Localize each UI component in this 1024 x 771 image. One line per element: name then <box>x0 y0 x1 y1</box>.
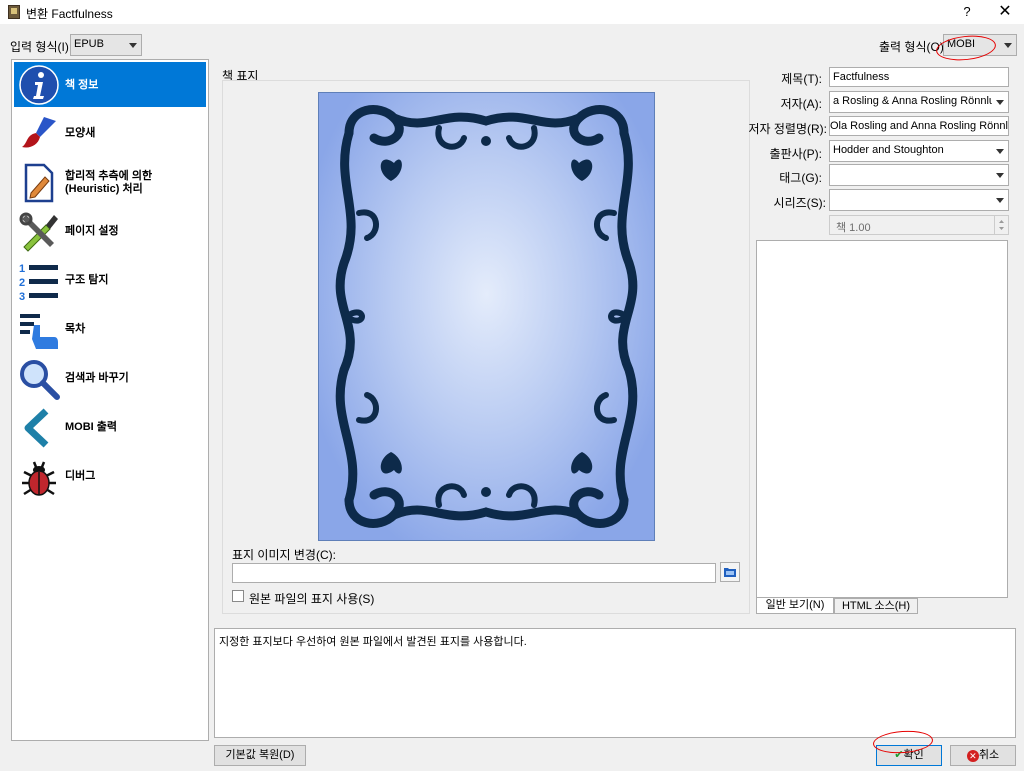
calibre-app-icon <box>8 5 20 19</box>
sidebar-item-toc[interactable]: 목차 <box>14 307 206 352</box>
settings-sidebar: 책 정보 모양새 합리적 추측에 의한 (Heuristic) 처리 페이지 설… <box>11 59 209 741</box>
cancel-button-label: 취소 <box>978 749 1000 761</box>
sidebar-item-label: 모양새 <box>65 127 96 139</box>
input-format-label: 입력 형식(I): <box>10 40 73 54</box>
series-index-value: 책 1.00 <box>836 222 871 234</box>
sidebar-item-book-info[interactable]: 책 정보 <box>14 62 206 107</box>
sidebar-item-page-setup[interactable]: 페이지 설정 <box>14 209 206 254</box>
author-value: a Rosling & Anna Rosling Rönnlund <box>833 95 1008 107</box>
chevron-down-icon <box>992 92 1008 112</box>
restore-defaults-button[interactable]: 기본값 복원(D) <box>214 745 306 766</box>
chevron-down-icon <box>125 35 141 55</box>
cover-ornament-frame <box>335 105 638 528</box>
chevron-down-icon <box>992 141 1008 161</box>
magnifier-icon <box>20 360 60 400</box>
publisher-select[interactable]: Hodder and Stoughton <box>829 140 1009 162</box>
chevron-down-icon <box>992 190 1008 210</box>
sidebar-item-label: 디버그 <box>65 470 96 482</box>
author-select[interactable]: a Rosling & Anna Rosling Rönnlund <box>829 91 1009 113</box>
author-sort-value: Ola Rosling and Anna Rosling Rönnlund <box>830 120 1009 132</box>
bug-icon <box>22 461 56 496</box>
tab-normal-view[interactable]: 일반 보기(N) <box>756 598 834 614</box>
chevron-left-icon <box>24 408 49 448</box>
publisher-value: Hodder and Stoughton <box>833 144 944 156</box>
series-select[interactable] <box>829 189 1009 211</box>
help-text: 지정한 표지보다 우선하여 원본 파일에서 발견된 표지를 사용합니다. <box>219 636 527 648</box>
title-input[interactable]: Factfulness <box>829 67 1009 87</box>
numbered-list-icon: 1 2 3 <box>19 263 58 302</box>
title-value: Factfulness <box>833 71 890 83</box>
sidebar-item-label: 페이지 설정 <box>65 225 119 237</box>
sidebar-item-label: 책 정보 <box>65 79 99 91</box>
comments-editor[interactable] <box>756 240 1008 598</box>
chevron-down-icon <box>1000 35 1016 55</box>
sidebar-item-debug[interactable]: 디버그 <box>14 454 206 499</box>
toc-icon <box>20 314 58 349</box>
close-button[interactable]: ✕ <box>988 0 1022 24</box>
use-source-cover-checkbox[interactable] <box>232 590 244 602</box>
change-cover-label: 표지 이미지 변경(C): <box>232 548 336 562</box>
sidebar-item-label: 목차 <box>65 323 86 335</box>
series-index-spinbox[interactable]: 책 1.00 <box>829 215 1009 235</box>
author-sort-input[interactable]: Ola Rosling and Anna Rosling Rönnlund <box>829 116 1009 136</box>
title-bar: 변환 Factfulness ? ✕ <box>0 0 1024 24</box>
title-label: 제목(T): <box>781 72 822 86</box>
svg-text:1: 1 <box>19 263 25 275</box>
cancel-icon: ✕ <box>966 750 979 762</box>
cancel-button[interactable]: ✕ 취소 <box>950 745 1016 766</box>
sidebar-item-heuristics[interactable]: 합리적 추측에 의한 (Heuristic) 처리 <box>14 160 206 205</box>
sidebar-item-mobi-output[interactable]: MOBI 출력 <box>14 405 206 450</box>
browse-cover-button[interactable] <box>720 562 740 582</box>
svg-text:3: 3 <box>19 291 25 302</box>
input-format-value: EPUB <box>74 38 104 50</box>
tags-label: 태그(G): <box>779 171 822 185</box>
cover-path-input[interactable] <box>232 563 716 583</box>
sidebar-item-structure-detection[interactable]: 1 2 3 구조 탐지 <box>14 258 206 303</box>
document-edit-icon <box>24 163 54 203</box>
author-sort-label: 저자 정렬명(R): <box>748 122 827 136</box>
paintbrush-icon <box>22 117 56 148</box>
window-title: 변환 Factfulness <box>26 7 113 21</box>
spin-arrows-icon <box>994 216 1008 234</box>
series-label: 시리즈(S): <box>773 196 826 210</box>
folder-icon <box>724 568 736 577</box>
publisher-label: 출판사(P): <box>769 147 822 161</box>
help-button[interactable]: ? <box>952 0 982 24</box>
info-icon <box>19 65 59 105</box>
tools-icon <box>19 212 58 252</box>
author-label: 저자(A): <box>780 97 822 111</box>
use-source-cover-label: 원본 파일의 표지 사용(S) <box>249 592 375 606</box>
sidebar-item-label: MOBI 출력 <box>65 421 118 433</box>
cover-image <box>318 92 655 541</box>
svg-text:2: 2 <box>19 277 25 289</box>
sidebar-item-label: 합리적 추측에 의한 (Heuristic) 처리 <box>65 170 153 195</box>
chevron-down-icon <box>992 165 1008 185</box>
sidebar-item-label: 구조 탐지 <box>65 274 109 286</box>
tags-select[interactable] <box>829 164 1009 186</box>
sidebar-item-look-feel[interactable]: 모양새 <box>14 111 206 156</box>
help-text-area: 지정한 표지보다 우선하여 원본 파일에서 발견된 표지를 사용합니다. <box>214 628 1016 738</box>
sidebar-item-search-replace[interactable]: 검색과 바꾸기 <box>14 356 206 401</box>
sidebar-item-label: 검색과 바꾸기 <box>65 372 129 384</box>
tab-html-source[interactable]: HTML 소스(H) <box>834 598 918 614</box>
input-format-select[interactable]: EPUB <box>70 34 142 56</box>
